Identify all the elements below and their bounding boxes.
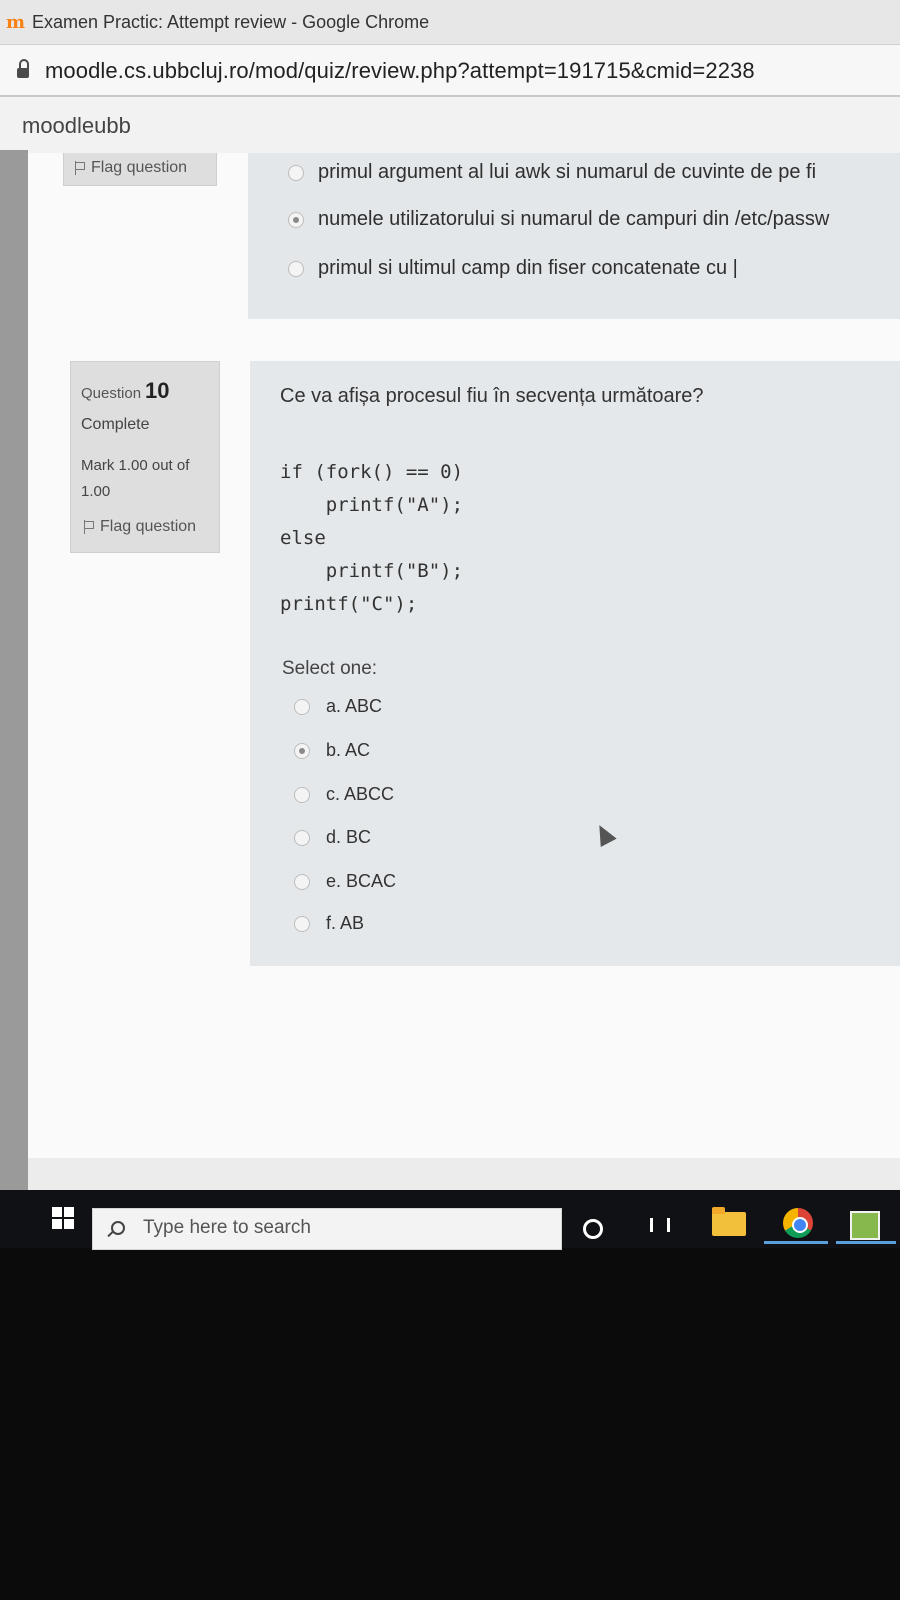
- previous-question-content: primul argument al lui awk si numarul de…: [248, 153, 900, 319]
- site-header: moodleubb: [0, 97, 900, 153]
- flag-question-link[interactable]: Flag question: [74, 159, 187, 177]
- code-snippet: if (fork() == 0) printf("A"); else printf…: [280, 461, 464, 615]
- question-text: Ce va afișa procesul fiu în secvența urm…: [280, 385, 704, 407]
- answer-option[interactable]: d. BC: [294, 827, 371, 848]
- flag-question-link[interactable]: Flag question: [83, 518, 196, 536]
- quiz-review-page: Flag question primul argument al lui awk…: [28, 153, 900, 1158]
- window-title: Examen Practic: Attempt review - Google …: [32, 12, 430, 32]
- file-explorer-icon[interactable]: [712, 1207, 746, 1236]
- window-titlebar: m Examen Practic: Attempt review - Googl…: [0, 0, 900, 45]
- answer-option[interactable]: a. ABC: [294, 696, 382, 717]
- screen: m Examen Practic: Attempt review - Googl…: [0, 0, 900, 1190]
- previous-question-info: Flag question: [63, 153, 217, 186]
- search-placeholder[interactable]: Type here to search: [143, 1217, 311, 1239]
- cortana-icon[interactable]: [583, 1219, 603, 1239]
- radio-icon[interactable]: [288, 260, 304, 277]
- radio-icon[interactable]: [288, 164, 304, 181]
- screen-edge: [0, 150, 28, 1190]
- radio-icon[interactable]: [294, 699, 310, 716]
- windows-taskbar: Type here to search: [0, 1190, 900, 1250]
- windows-start-icon[interactable]: [52, 1207, 74, 1229]
- taskbar-search[interactable]: Type here to search: [92, 1208, 562, 1250]
- flag-icon: [83, 520, 95, 534]
- radio-icon[interactable]: [294, 874, 310, 891]
- previous-option[interactable]: primul si ultimul camp din fiser concate…: [288, 257, 738, 287]
- question-number: Question 10: [81, 378, 170, 403]
- url-text[interactable]: moodle.cs.ubbcluj.ro/mod/quiz/review.php…: [45, 58, 755, 84]
- radio-selected-icon[interactable]: [288, 211, 304, 228]
- lock-icon: [17, 59, 29, 79]
- question-info: Question 10 Complete Mark 1.00 out of 1.0…: [70, 361, 220, 553]
- radio-selected-icon[interactable]: [294, 743, 310, 760]
- chrome-icon[interactable]: [783, 1208, 813, 1238]
- select-one-prompt: Select one:: [282, 658, 378, 679]
- answer-option[interactable]: c. ABCC: [294, 784, 394, 805]
- answer-option[interactable]: b. AC: [294, 740, 370, 761]
- flag-icon: [74, 161, 86, 175]
- question-grade: Mark 1.00 out of 1.00: [81, 457, 190, 500]
- active-app-indicator: [836, 1241, 896, 1244]
- previous-option[interactable]: primul argument al lui awk si numarul de…: [288, 161, 816, 191]
- moodle-icon: m: [6, 12, 26, 33]
- answer-option[interactable]: e. BCAC: [294, 871, 396, 892]
- site-name[interactable]: moodleubb: [22, 113, 131, 139]
- answer-option[interactable]: f. AB: [294, 913, 364, 934]
- question-state: Complete: [81, 416, 150, 433]
- app-icon[interactable]: [850, 1211, 880, 1240]
- radio-icon[interactable]: [294, 916, 310, 933]
- active-app-indicator: [764, 1241, 828, 1244]
- previous-option[interactable]: numele utilizatorului si numarul de camp…: [288, 208, 829, 238]
- address-bar[interactable]: moodle.cs.ubbcluj.ro/mod/quiz/review.php…: [0, 45, 900, 97]
- task-view-icon[interactable]: [650, 1218, 670, 1232]
- radio-icon[interactable]: [294, 787, 310, 804]
- search-icon: [111, 1221, 125, 1235]
- question-content: Ce va afișa procesul fiu în secvența urm…: [250, 361, 900, 966]
- radio-icon[interactable]: [294, 830, 310, 847]
